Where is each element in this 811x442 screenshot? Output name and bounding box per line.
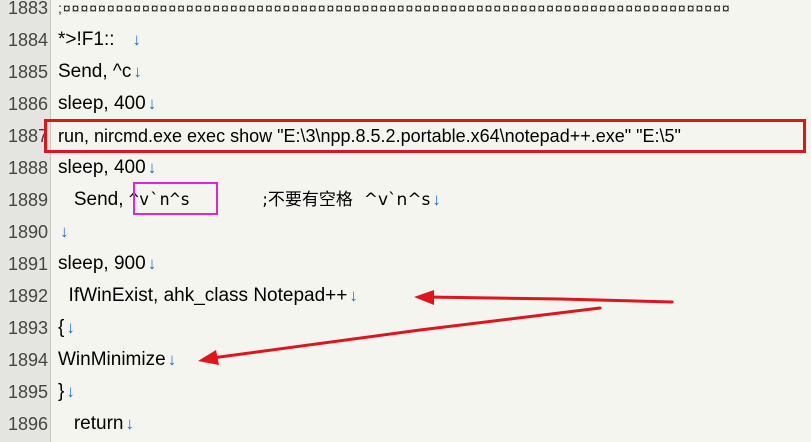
- line-content: WinMinimize: [58, 349, 166, 370]
- line-number: 1884: [7, 30, 48, 50]
- code-line[interactable]: 1896 return ↓: [0, 408, 811, 440]
- newline-icon: ↓: [66, 382, 75, 401]
- line-text: *>!F1:: ↓: [58, 24, 141, 56]
- line-text: ;¤¤¤¤¤¤¤¤¤¤¤¤¤¤¤¤¤¤¤¤¤¤¤¤¤¤¤¤¤¤¤¤¤¤¤¤¤¤¤…: [58, 0, 798, 24]
- line-text: run, nircmd.exe exec show "E:\3\npp.8.5.…: [58, 120, 681, 152]
- line-number: 1894: [7, 350, 48, 370]
- code-line[interactable]: 1885 Send, ^c ↓: [0, 56, 811, 88]
- newline-icon: ↓: [60, 222, 69, 241]
- line-text: } ↓: [58, 376, 75, 408]
- code-editor[interactable]: 1883 ;¤¤¤¤¤¤¤¤¤¤¤¤¤¤¤¤¤¤¤¤¤¤¤¤¤¤¤¤¤¤¤¤¤¤…: [0, 0, 811, 442]
- newline-icon: ↓: [147, 94, 157, 113]
- line-content: }: [58, 381, 65, 402]
- newline-icon: ↓: [125, 414, 134, 433]
- line-number: 1885: [7, 62, 48, 82]
- code-line[interactable]: 1895 } ↓: [0, 376, 811, 408]
- line-number: 1886: [7, 94, 48, 114]
- code-line[interactable]: 1888 sleep, 400 ↓: [0, 152, 811, 184]
- code-line[interactable]: 1894 WinMinimize ↓: [0, 344, 811, 376]
- newline-icon: ↓: [432, 190, 441, 209]
- line-content: sleep, 400: [58, 157, 146, 178]
- code-line[interactable]: 1890 ↓: [0, 216, 811, 248]
- line-text: sleep, 400 ↓: [58, 88, 156, 120]
- code-line[interactable]: 1891 sleep, 900 ↓: [0, 248, 811, 280]
- newline-icon: ↓: [349, 286, 358, 305]
- code-line[interactable]: 1883 ;¤¤¤¤¤¤¤¤¤¤¤¤¤¤¤¤¤¤¤¤¤¤¤¤¤¤¤¤¤¤¤¤¤¤…: [0, 0, 811, 24]
- line-number: 1890: [7, 222, 48, 242]
- line-content: IfWinExist, ahk_class Notepad++: [58, 285, 348, 306]
- line-number: 1888: [7, 158, 48, 178]
- line-number: 1895: [7, 382, 48, 402]
- code-line[interactable]: 1886 sleep, 400 ↓: [0, 88, 811, 120]
- line-number: 1892: [7, 286, 48, 306]
- line-number: 1891: [7, 254, 48, 274]
- line-text: ↓: [58, 216, 69, 248]
- line-text: IfWinExist, ahk_class Notepad++ ↓: [58, 280, 358, 312]
- line-text: WinMinimize ↓: [58, 344, 176, 376]
- line-content: sleep, 400: [58, 93, 146, 114]
- line-text: sleep, 900 ↓: [58, 248, 156, 280]
- line-comment: ;不要有空格 ^v`n^s: [262, 190, 431, 210]
- highlighted-keys: ^v`n^s: [128, 190, 191, 210]
- line-number: 1896: [7, 414, 48, 434]
- separator-comment: ;¤¤¤¤¤¤¤¤¤¤¤¤¤¤¤¤¤¤¤¤¤¤¤¤¤¤¤¤¤¤¤¤¤¤¤¤¤¤¤…: [58, 0, 731, 16]
- line-content: *>!F1::: [58, 29, 115, 50]
- line-number: 1893: [7, 318, 48, 338]
- line-number: 1887: [7, 126, 48, 146]
- code-line[interactable]: 1889 Send, ^v`n^s ;不要有空格 ^v`n^s ↓: [0, 184, 811, 216]
- newline-icon: ↓: [66, 318, 75, 337]
- code-line[interactable]: 1892 IfWinExist, ahk_class Notepad++ ↓: [0, 280, 811, 312]
- line-number: 1883: [7, 0, 48, 18]
- line-number: 1889: [7, 190, 48, 210]
- newline-icon: ↓: [147, 158, 157, 177]
- line-text: return ↓: [58, 408, 134, 440]
- line-text: {↓: [58, 312, 75, 344]
- code-line[interactable]: 1887 run, nircmd.exe exec show "E:\3\npp…: [0, 120, 811, 152]
- code-line[interactable]: 1893 {↓: [0, 312, 811, 344]
- newline-icon: ↓: [147, 254, 157, 273]
- line-content: return: [58, 413, 124, 434]
- line-text: Send, ^c ↓: [58, 56, 142, 88]
- newline-icon: ↓: [167, 350, 177, 369]
- code-line[interactable]: 1884 *>!F1:: ↓: [0, 24, 811, 56]
- line-text: Send, ^v`n^s ;不要有空格 ^v`n^s ↓: [58, 184, 441, 216]
- newline-icon: ↓: [132, 30, 142, 49]
- line-content: run, nircmd.exe exec show "E:\3\npp.8.5.…: [58, 126, 681, 146]
- line-content: {: [58, 317, 65, 338]
- newline-icon: ↓: [133, 62, 142, 81]
- line-content: Send, ^c: [58, 61, 132, 82]
- line-content: sleep, 900: [58, 253, 146, 274]
- line-content: Send,: [58, 189, 129, 210]
- line-text: sleep, 400 ↓: [58, 152, 156, 184]
